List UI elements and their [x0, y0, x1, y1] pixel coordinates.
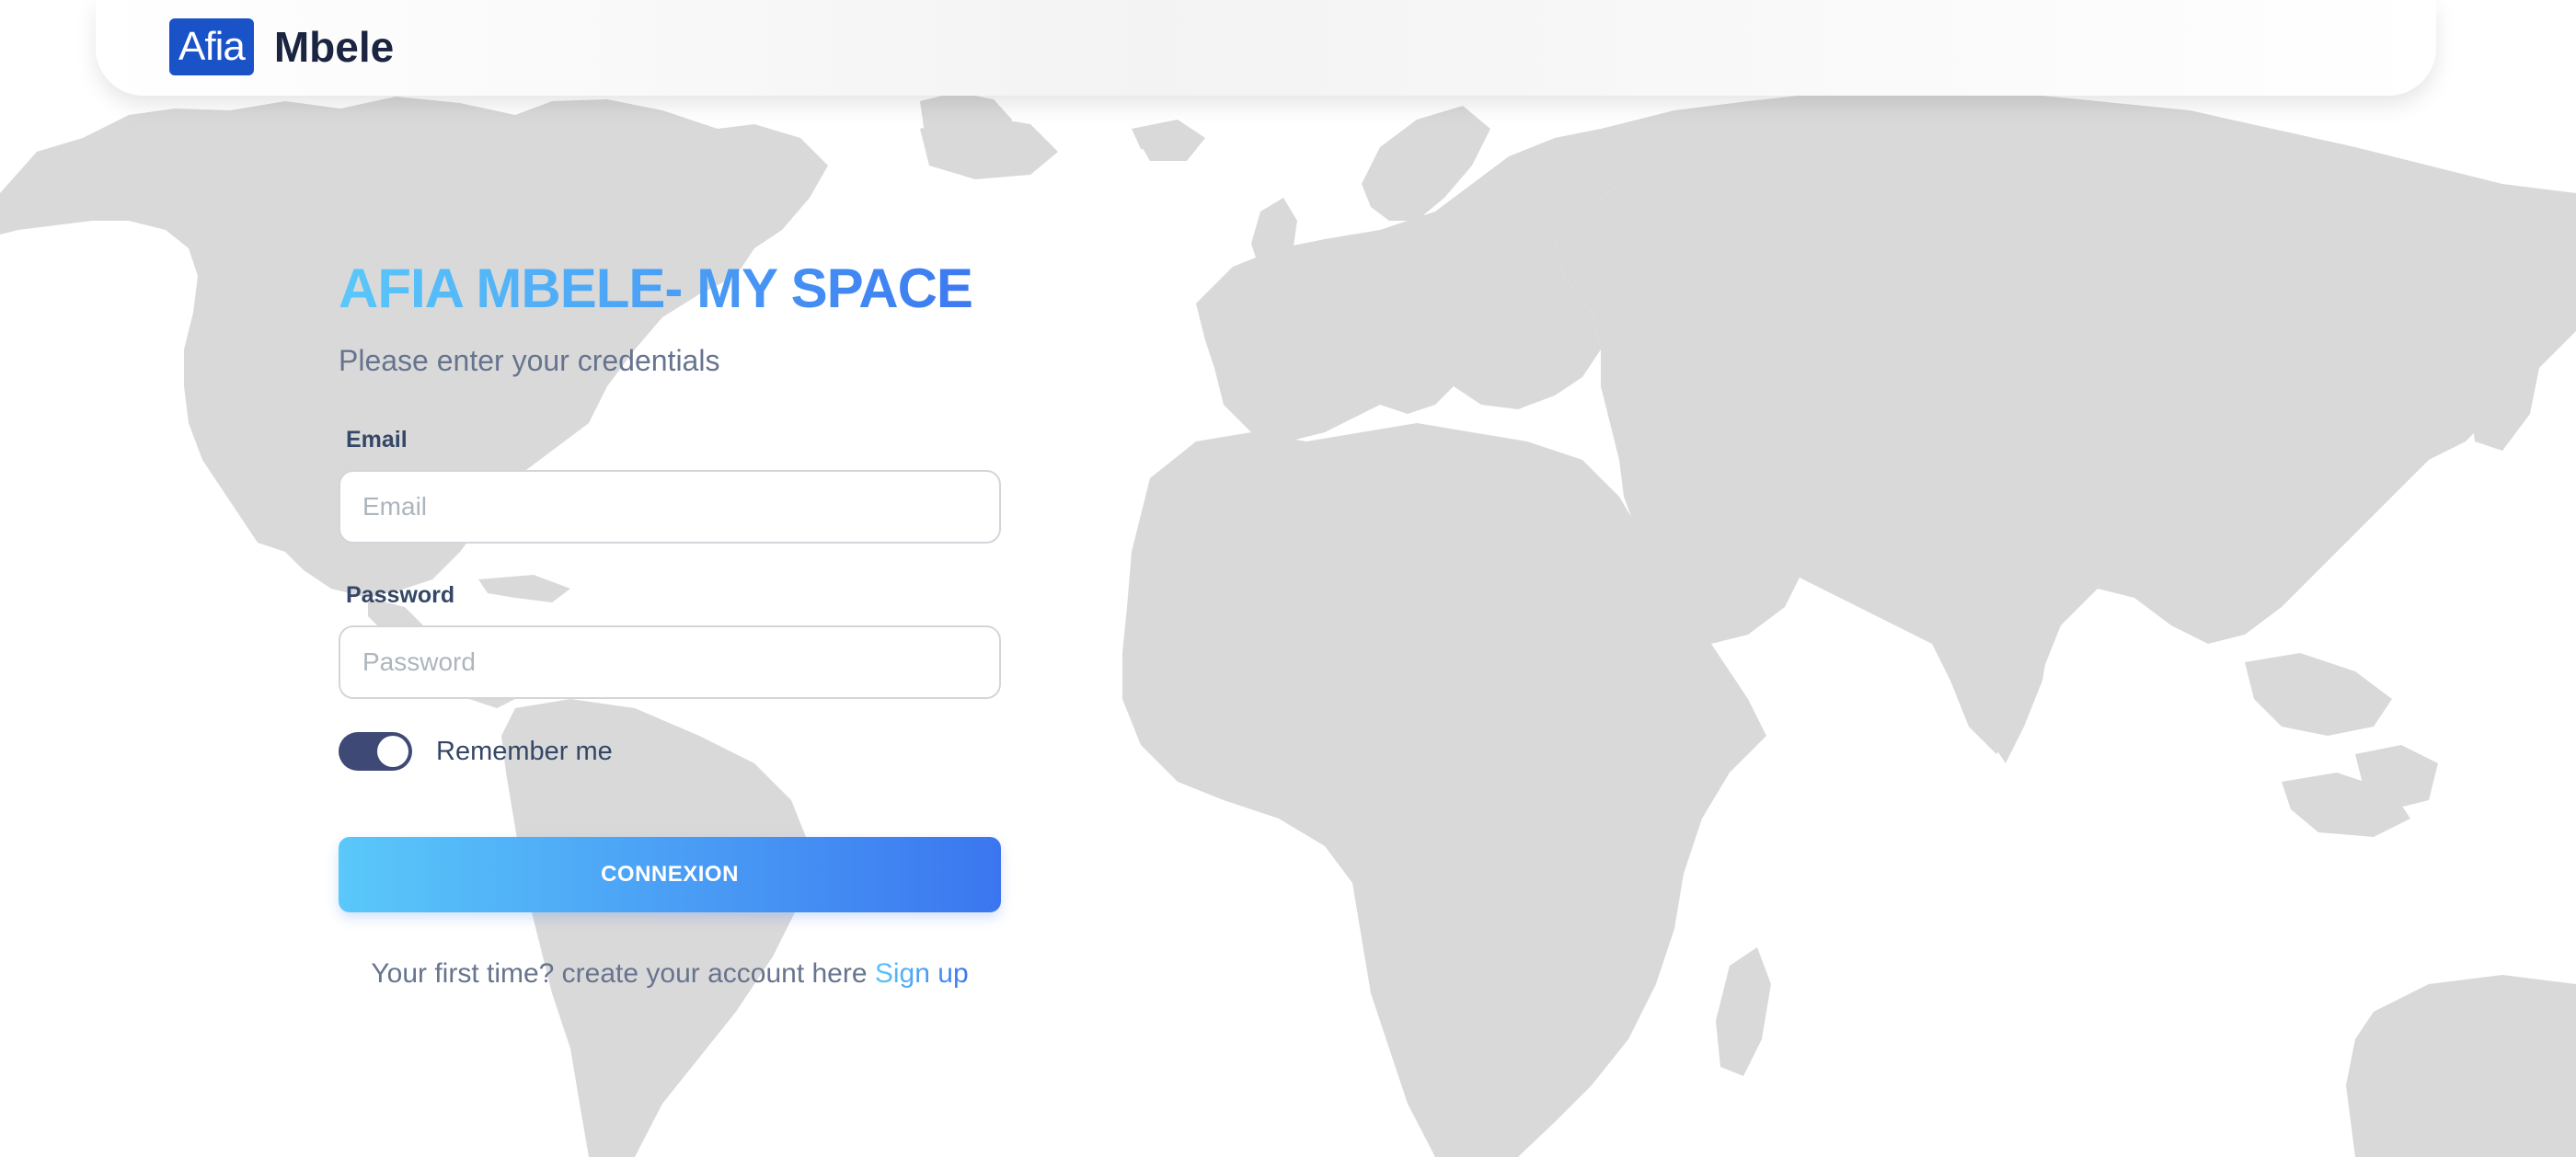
signup-link[interactable]: Sign up [875, 958, 969, 989]
login-page: Afia Mbele AFIA MBELE- MY SPACE Please e… [0, 0, 2576, 1157]
email-field[interactable] [339, 470, 1001, 544]
remember-me-row: Remember me [339, 732, 1001, 771]
brand-badge: Afia [169, 18, 254, 75]
island-arctic-1 [920, 115, 1058, 179]
password-label: Password [346, 582, 455, 608]
remember-me-toggle[interactable] [339, 732, 412, 771]
connexion-button[interactable]: CONNEXION [339, 837, 1001, 912]
continent-australia [2346, 975, 2576, 1157]
brand-name: Mbele [273, 23, 395, 71]
page-subtitle: Please enter your credentials [339, 344, 720, 377]
email-label: Email [346, 427, 408, 452]
signup-prompt: Your first time? create your account her… [371, 958, 875, 989]
remember-me-label[interactable]: Remember me [436, 737, 613, 767]
login-form: AFIA MBELE- MY SPACE Please enter your c… [339, 256, 1001, 990]
island-southeast-asia [2245, 653, 2392, 736]
password-field[interactable] [339, 625, 1001, 699]
toggle-knob [377, 736, 408, 767]
top-navbar: Afia Mbele [96, 0, 2436, 96]
island-madagascar [1716, 947, 1771, 1076]
page-title: AFIA MBELE- MY SPACE [339, 256, 1001, 322]
brand-logo[interactable]: Afia Mbele [169, 18, 394, 75]
signup-row: Your first time? create your account her… [339, 958, 1001, 990]
